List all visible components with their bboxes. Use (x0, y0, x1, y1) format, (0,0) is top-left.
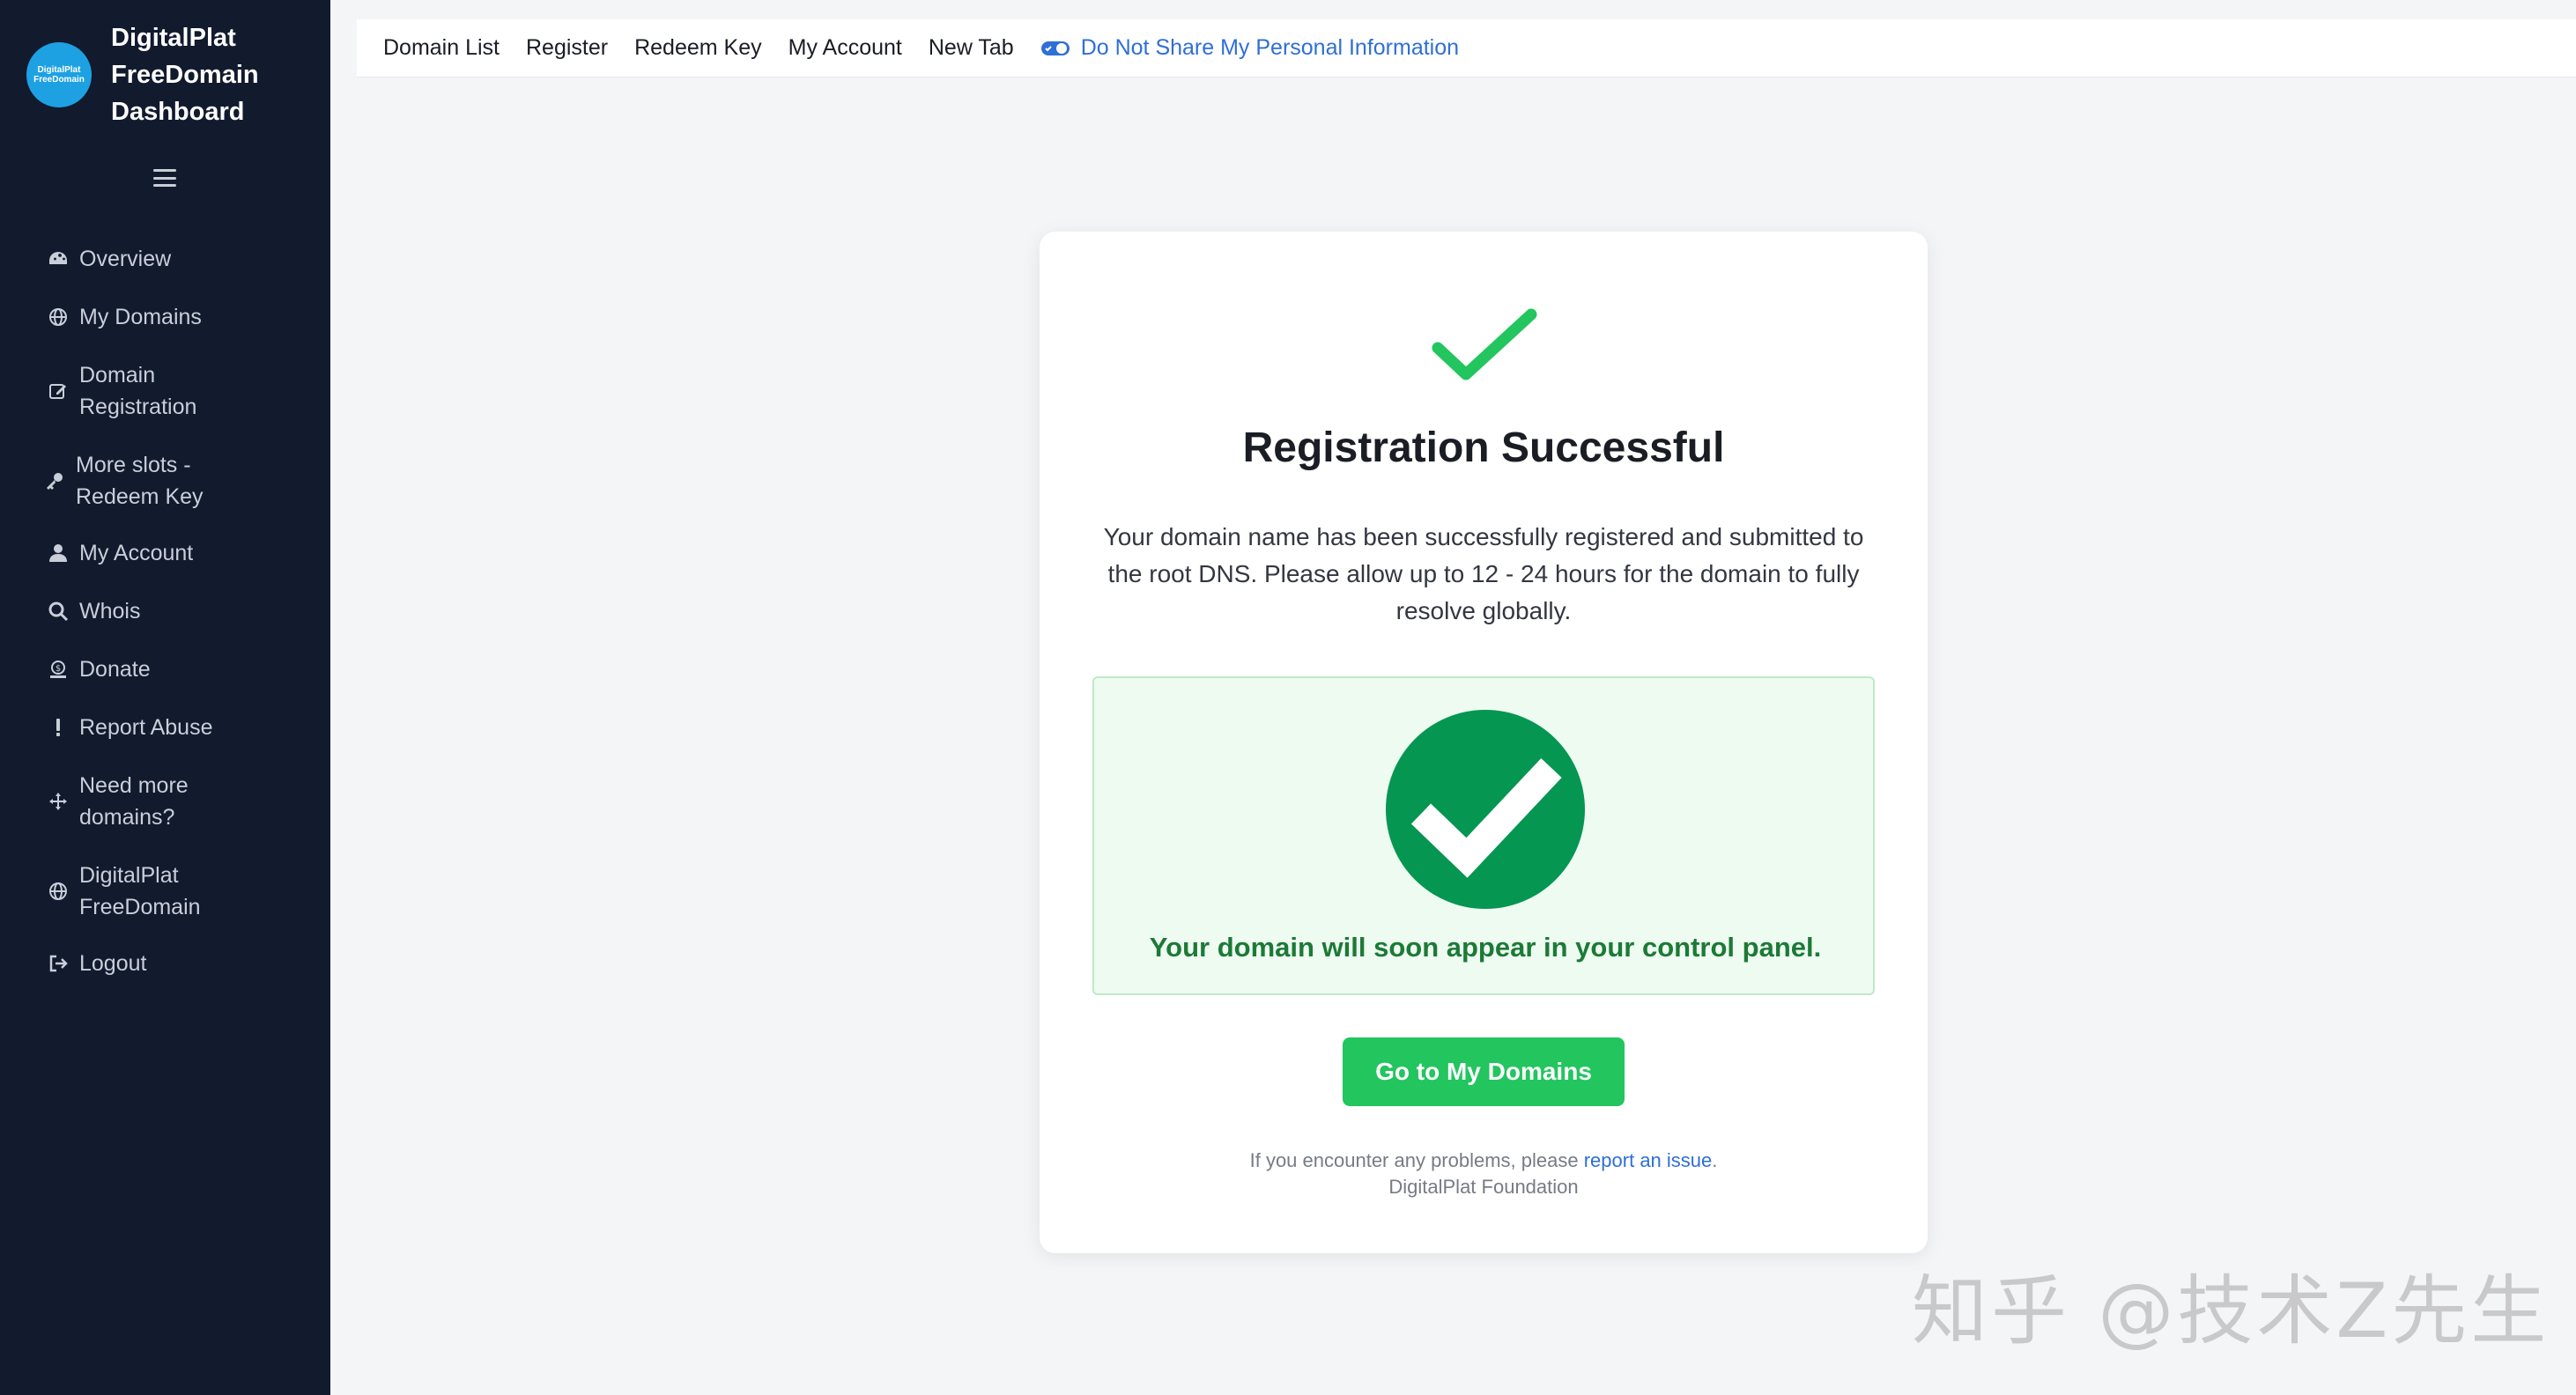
sidebar-item-label: My Domains (79, 305, 202, 329)
top-navbar: Domain List Register Redeem Key My Accou… (357, 19, 2576, 78)
hamburger-menu-icon[interactable] (153, 169, 176, 187)
check-circle-icon (1386, 710, 1585, 909)
footer-note: If you encounter any problems, please re… (1040, 1148, 1928, 1200)
dashboard-icon (46, 248, 70, 269)
brand[interactable]: DigitalPlat FreeDomain DigitalPlat FreeD… (26, 19, 259, 130)
search-icon (46, 601, 70, 622)
sidebar-item-label: Logout (79, 951, 147, 976)
privacy-link-label: Do Not Share My Personal Information (1080, 35, 1460, 60)
sidebar-item-label: Need more domains? (79, 773, 189, 830)
success-description: Your domain name has been successfully r… (1103, 523, 1864, 624)
sidebar-item-need-more-domains[interactable]: Need more domains? (46, 770, 222, 833)
donate-icon: $ (46, 659, 70, 680)
top-link-new-tab[interactable]: New Tab (929, 35, 1014, 61)
sidebar-item-label: Overview (79, 247, 172, 271)
checkmark-icon (1432, 308, 1537, 380)
sidebar-item-label: Whois (79, 599, 141, 624)
sidebar-item-report-abuse[interactable]: Report Abuse (46, 712, 310, 743)
brand-name: DigitalPlat FreeDomain Dashboard (111, 24, 259, 126)
registration-success-card: Registration Successful Your domain name… (1040, 232, 1928, 1253)
sidebar-item-label: More slots - Redeem Key (76, 453, 204, 509)
sidebar-item-overview[interactable]: Overview (46, 243, 310, 275)
privacy-toggle-icon (1040, 41, 1070, 55)
page-title: Registration Successful (1242, 424, 1725, 471)
report-issue-link[interactable]: report an issue (1584, 1149, 1713, 1171)
sidebar-item-logout[interactable]: Logout (46, 948, 310, 979)
sidebar-item-label: Domain Registration (79, 363, 197, 419)
svg-text:$: $ (56, 664, 61, 674)
go-to-my-domains-button[interactable]: Go to My Domains (1343, 1037, 1625, 1106)
sidebar-item-redeem-key[interactable]: More slots - Redeem Key (42, 449, 236, 513)
brand-logo: DigitalPlat FreeDomain (26, 42, 92, 107)
sidebar-item-my-account[interactable]: My Account (46, 537, 310, 569)
user-icon (46, 542, 70, 564)
sidebar-item-digitalplat-freedomain[interactable]: DigitalPlat FreeDomain (46, 860, 240, 923)
success-message: Your domain will soon appear in your con… (1149, 932, 1822, 963)
key-icon (42, 470, 67, 491)
top-link-my-account[interactable]: My Account (788, 35, 902, 61)
sidebar: DigitalPlat FreeDomain DigitalPlat FreeD… (0, 0, 330, 1395)
top-link-register[interactable]: Register (526, 35, 608, 61)
success-alert: Your domain will soon appear in your con… (1092, 676, 1875, 995)
sidebar-item-domain-registration[interactable]: Domain Registration (46, 359, 240, 423)
sidebar-item-donate[interactable]: $ Donate (46, 653, 310, 685)
footer-org: DigitalPlat Foundation (1388, 1176, 1579, 1198)
sidebar-item-label: Report Abuse (79, 715, 213, 740)
globe-icon (46, 306, 70, 328)
sidebar-item-label: DigitalPlat FreeDomain (79, 863, 201, 919)
sidebar-item-whois[interactable]: Whois (46, 595, 310, 627)
privacy-link[interactable]: Do Not Share My Personal Information (1040, 35, 1459, 61)
top-link-domain-list[interactable]: Domain List (383, 35, 500, 61)
sidebar-item-label: My Account (79, 541, 194, 565)
edit-icon (46, 380, 70, 402)
watermark: 知乎 @技术Z先生 (1912, 1267, 2550, 1355)
app-root: DigitalPlat FreeDomain DigitalPlat FreeD… (0, 0, 2576, 1395)
sidebar-item-my-domains[interactable]: My Domains (46, 301, 310, 333)
top-link-redeem-key[interactable]: Redeem Key (634, 35, 762, 61)
sidebar-item-label: Donate (79, 657, 151, 682)
exclamation-icon (46, 717, 70, 738)
logout-icon (46, 953, 70, 974)
globe-icon (46, 881, 70, 902)
arrows-icon (46, 791, 70, 812)
